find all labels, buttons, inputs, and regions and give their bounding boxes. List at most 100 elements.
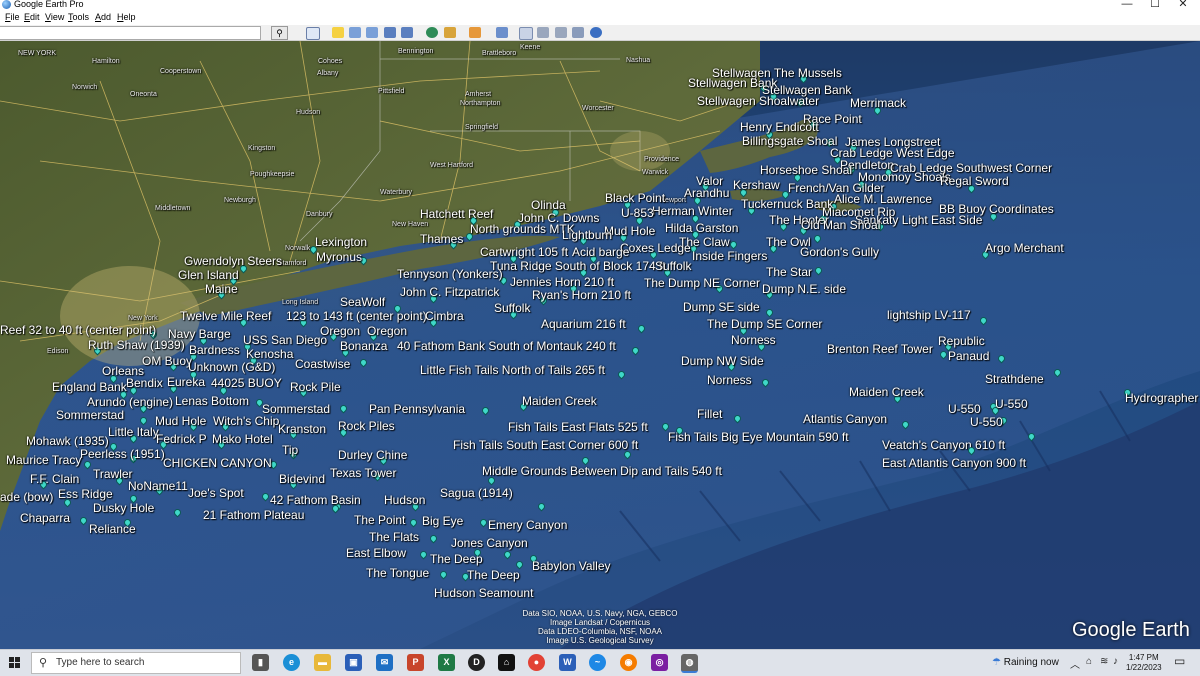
placemark-label[interactable]: Veatch's Canyon 610 ft	[882, 439, 1005, 452]
placemark-label[interactable]: Dump SE side	[683, 301, 760, 314]
sidebar-toggle-icon[interactable]	[306, 27, 320, 40]
placemark-label[interactable]: Maiden Creek	[849, 386, 924, 399]
placemark-pin-icon[interactable]	[360, 359, 367, 368]
placemark-label[interactable]: Tuckernuck Bank	[741, 198, 833, 211]
placemark-label[interactable]: Strathdene	[985, 373, 1044, 386]
placemark-label[interactable]: CHICKEN CANYON	[163, 457, 272, 470]
search-button[interactable]: ⚲	[271, 26, 288, 40]
placemark-label[interactable]: Chaparra	[20, 512, 70, 525]
placemark-label[interactable]: Middle Grounds Between Dip and Tails 540…	[482, 465, 722, 478]
placemark-pin-icon[interactable]	[632, 347, 639, 356]
dell-icon[interactable]: D	[468, 654, 485, 671]
powerpoint-icon[interactable]: P	[407, 654, 424, 671]
placemark-label[interactable]: Fillet	[697, 408, 722, 421]
earth-globe-icon[interactable]	[590, 27, 602, 38]
placemark-pin-icon[interactable]	[430, 535, 437, 544]
placemark-label[interactable]: U-550	[995, 398, 1028, 411]
placemark-label[interactable]: U-550	[970, 416, 1003, 429]
placemark-pin-icon[interactable]	[410, 519, 417, 528]
placemark-label[interactable]: Herman Winter	[652, 205, 733, 218]
google-earth-taskbar-icon[interactable]: ◍	[681, 654, 698, 673]
placemark-label[interactable]: Maurice Tracy	[6, 454, 81, 467]
placemark-label[interactable]: Cartwright 105 ft	[480, 246, 568, 259]
placemark-label[interactable]: The Point	[354, 514, 405, 527]
placemark-label[interactable]: England Bank	[52, 381, 127, 394]
chevron-up-icon[interactable]: ︿	[1070, 656, 1080, 671]
placemark-label[interactable]: Texas Tower	[330, 467, 396, 480]
view-in-maps-icon[interactable]	[572, 27, 584, 38]
placemark-label[interactable]: Fish Tails East Flats 525 ft	[508, 421, 648, 434]
weather-widget[interactable]: ☂ Raining now	[992, 655, 1059, 671]
notifications-icon[interactable]: ▭	[1174, 654, 1185, 668]
placemark-label[interactable]: Lexington	[315, 236, 367, 249]
placemark-label[interactable]: Dump N.E. side	[762, 283, 846, 296]
placemark-pin-icon[interactable]	[902, 421, 909, 430]
placemark-label[interactable]: NoName11	[128, 480, 188, 493]
placemark-label[interactable]: Maine	[205, 283, 238, 296]
placemark-pin-icon[interactable]	[618, 371, 625, 380]
menu-tools[interactable]: Tools	[68, 11, 89, 24]
placemark-pin-icon[interactable]	[482, 407, 489, 416]
placemark-label[interactable]: Ryan's Horn 210 ft	[532, 289, 631, 302]
placemark-label[interactable]: OM Buoy	[142, 355, 192, 368]
store-icon[interactable]: ▣	[345, 654, 362, 671]
placemark-label[interactable]: 123 to 143 ft (center point)	[286, 310, 427, 323]
placemark-pin-icon[interactable]	[332, 505, 339, 514]
placemark-label[interactable]: Cimbra	[425, 310, 464, 323]
placemark-label[interactable]: Dusky Hole	[93, 502, 154, 515]
placemark-label[interactable]: Bonanza	[340, 340, 387, 353]
placemark-label[interactable]: 44025 BUOY	[211, 377, 282, 390]
placemark-label[interactable]: Twelve Mile Reef	[180, 310, 271, 323]
image-overlay-icon[interactable]	[384, 27, 396, 38]
placemark-label[interactable]: Hudson Seamount	[434, 587, 533, 600]
placemark-label[interactable]: Witch's Chip	[213, 415, 279, 428]
placemark-label[interactable]: 40 Fathom Bank South of Montauk 240 ft	[397, 340, 616, 353]
placemark-label[interactable]: Thames	[420, 233, 463, 246]
placemark-pin-icon[interactable]	[504, 551, 511, 560]
task-view-icon[interactable]: ▮	[252, 654, 269, 671]
placemark-label[interactable]: John C. Fitzpatrick	[400, 286, 499, 299]
maximize-button[interactable]: ☐	[1140, 0, 1170, 10]
system-clock[interactable]: 1:47 PM 1/22/2023	[1126, 653, 1162, 673]
network-icon[interactable]: ⌂	[1086, 656, 1092, 667]
record-tour-icon[interactable]	[401, 27, 413, 38]
placemark-label[interactable]: Suffolk	[494, 302, 530, 315]
menu-help[interactable]: Help	[117, 11, 136, 24]
placemark-label[interactable]: Reef 32 to 40 ft (center point)	[0, 324, 156, 337]
placemark-label[interactable]: Little Italy	[108, 426, 159, 439]
placemark-label[interactable]: Sagua (1914)	[440, 487, 513, 500]
placemark-label[interactable]: Reliance	[89, 523, 136, 536]
app-icon[interactable]: ⌂	[498, 654, 515, 671]
placemark-label[interactable]: lightship LV-117	[887, 309, 971, 322]
placemark-label[interactable]: Emery Canyon	[488, 519, 567, 532]
placemark-label[interactable]: Babylon Valley	[532, 560, 611, 573]
placemark-label[interactable]: Oregon	[367, 325, 407, 338]
placemark-label[interactable]: Mud Hole	[155, 415, 206, 428]
excel-icon[interactable]: X	[438, 654, 455, 671]
wifi-icon[interactable]: ≋	[1100, 656, 1108, 667]
planets-icon[interactable]	[469, 27, 481, 38]
placemark-pin-icon[interactable]	[1054, 369, 1061, 378]
placemark-pin-icon[interactable]	[480, 519, 487, 528]
chrome-icon[interactable]: ●	[528, 654, 545, 671]
placemark-pin-icon[interactable]	[174, 509, 181, 518]
placemark-pin-icon[interactable]	[815, 267, 822, 276]
placemark-label[interactable]: Big Eye	[422, 515, 463, 528]
placemark-label[interactable]: Eureka	[167, 376, 205, 389]
placemark-label[interactable]: Jones Canyon	[451, 537, 528, 550]
placemark-label[interactable]: Old Man Shoal	[801, 219, 880, 232]
placemark-label[interactable]: Merrimack	[850, 97, 906, 110]
placemark-label[interactable]: Lightburn	[562, 229, 612, 242]
messenger-icon[interactable]: ~	[589, 654, 606, 671]
placemark-label[interactable]: The Star	[766, 266, 812, 279]
placemark-label[interactable]: Hydrographer	[1125, 392, 1198, 405]
placemark-label[interactable]: USS San Diego	[243, 334, 327, 347]
placemark-label[interactable]: Inside Fingers	[692, 250, 767, 263]
placemark-label[interactable]: Gordon's Gully	[800, 246, 879, 259]
menu-view[interactable]: View	[45, 11, 64, 24]
search-input[interactable]	[0, 26, 261, 40]
placemark-label[interactable]: Norness	[731, 334, 776, 347]
placemark-label[interactable]: Panaud	[948, 350, 989, 363]
placemark-label[interactable]: Fish Tails Big Eye Mountain 590 ft	[668, 431, 849, 444]
placemark-pin-icon[interactable]	[84, 461, 91, 470]
